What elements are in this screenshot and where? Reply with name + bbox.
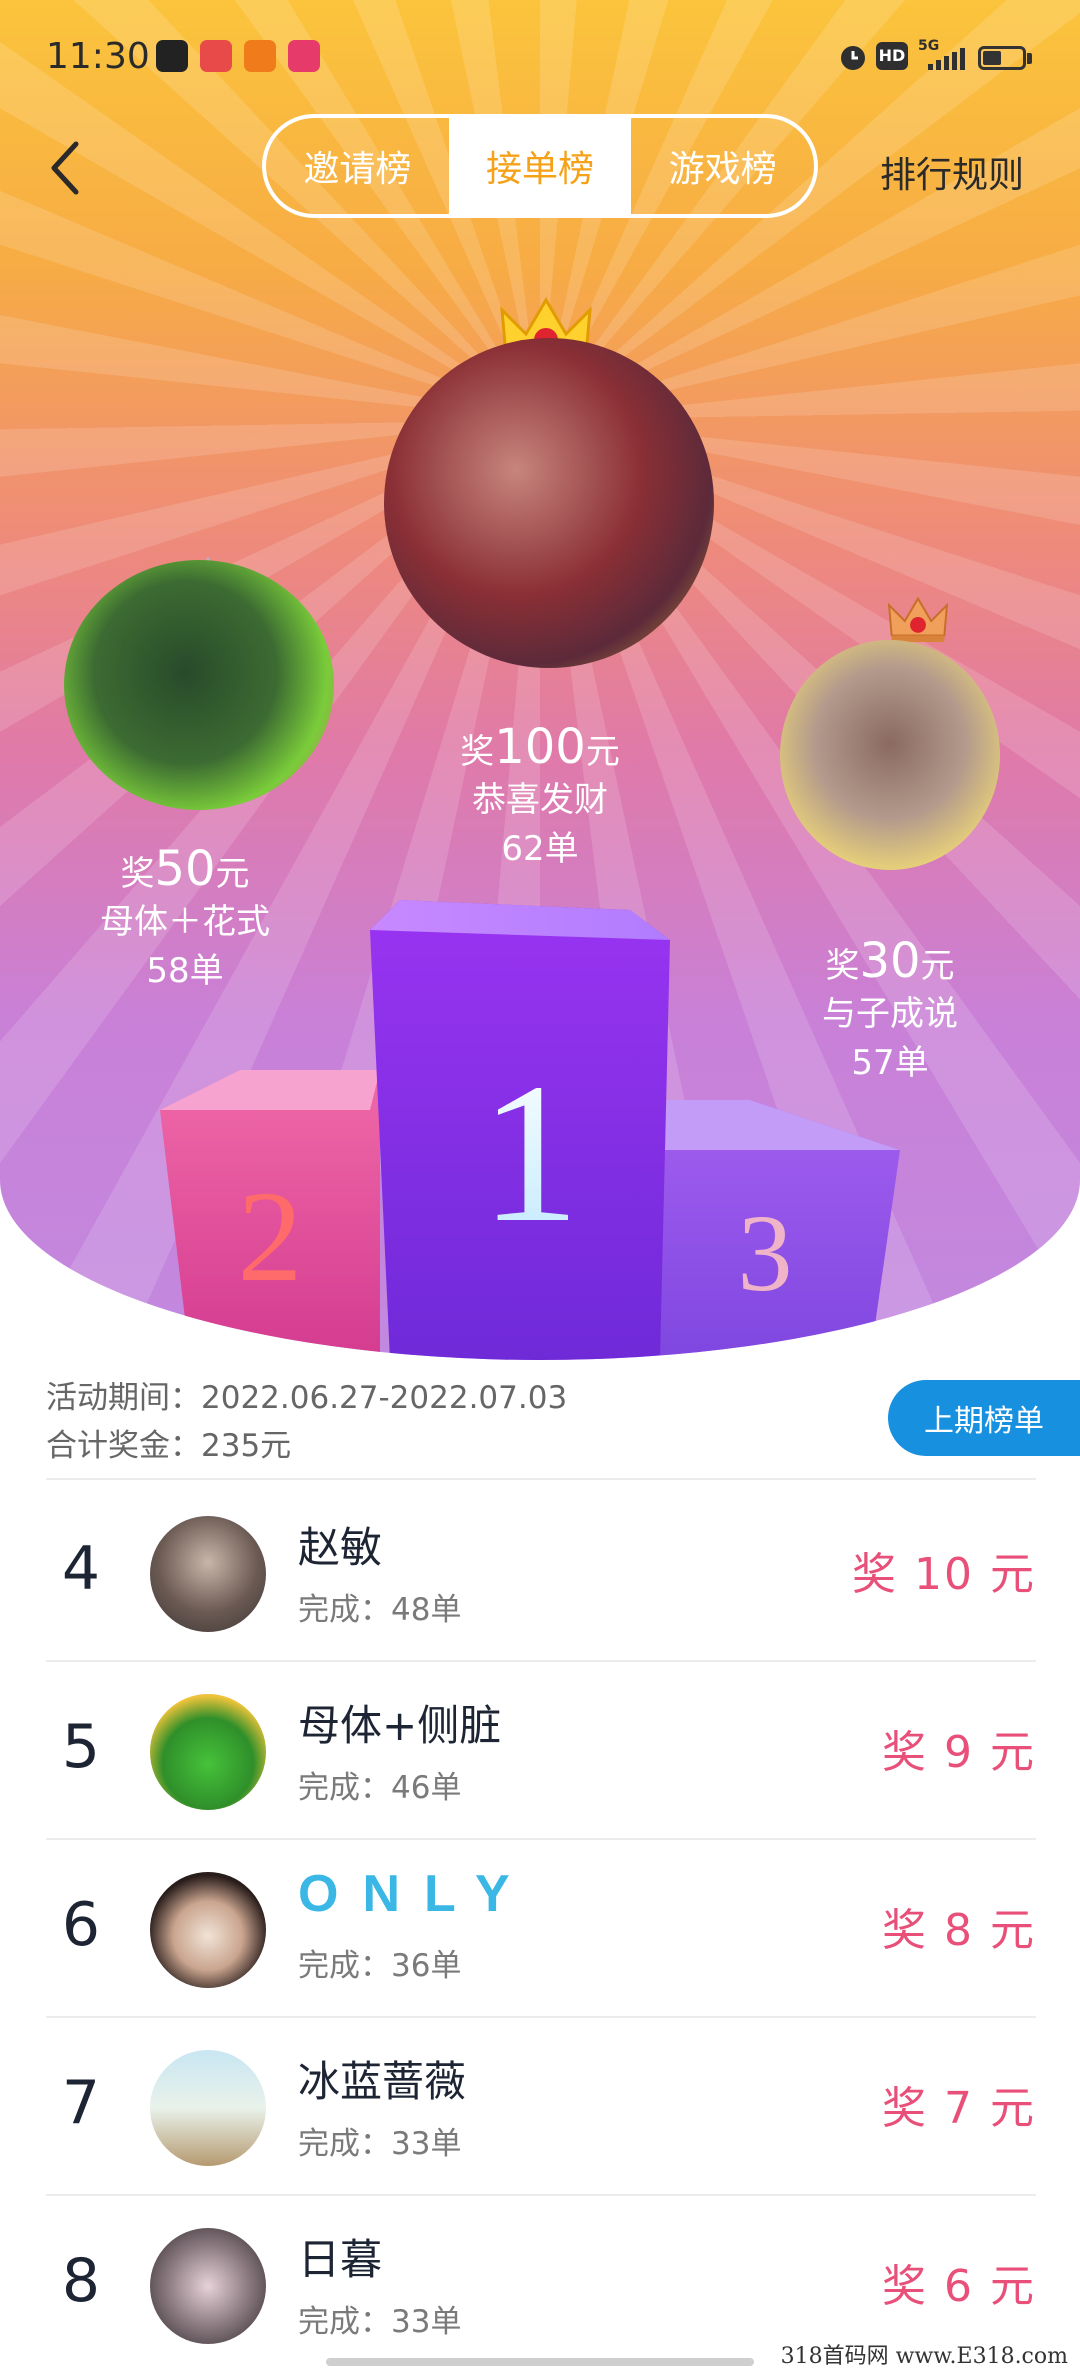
completed-count: 完成：33单 bbox=[298, 2304, 462, 2340]
avatar bbox=[150, 1694, 266, 1810]
tab-invite[interactable]: 邀请榜 bbox=[266, 118, 449, 214]
app-notification-icon bbox=[200, 40, 232, 72]
activity-info: 活动期间：2022.06.27-2022.07.03 合计奖金：235元 bbox=[46, 1374, 567, 1470]
third-place-avatar bbox=[780, 640, 1000, 870]
prize-amount: 奖 8 元 bbox=[882, 1905, 1036, 1956]
first-place-avatar bbox=[384, 338, 714, 668]
ranking-rules-link[interactable]: 排行规则 bbox=[880, 146, 1024, 198]
hd-icon: HD bbox=[876, 42, 908, 70]
first-place-info: 奖100元 恭喜发财 62单 bbox=[400, 723, 680, 873]
home-indicator[interactable] bbox=[326, 2358, 754, 2366]
battery-icon bbox=[978, 46, 1026, 70]
first-place-count: 62单 bbox=[501, 829, 579, 869]
signal-5g-icon: 5G bbox=[918, 38, 970, 72]
podium-graphic: 1 2 3 bbox=[160, 900, 900, 1360]
avatar bbox=[150, 2050, 266, 2166]
table-row[interactable]: 4 赵敏 完成：48单 奖 10 元 bbox=[46, 1484, 1036, 1662]
tab-orders[interactable]: 接单榜 bbox=[448, 118, 632, 214]
svg-text:2: 2 bbox=[238, 1165, 303, 1309]
tab-games[interactable]: 游戏榜 bbox=[631, 118, 814, 214]
second-place-avatar bbox=[64, 560, 334, 810]
table-row[interactable]: 7 冰蓝蔷薇 完成：33单 奖 7 元 bbox=[46, 2018, 1036, 2196]
avatar bbox=[150, 1872, 266, 1988]
rank-number: 8 bbox=[61, 2246, 101, 2316]
completed-count: 完成：36单 bbox=[298, 1948, 462, 1984]
back-arrow-icon[interactable] bbox=[40, 136, 96, 200]
user-name: 冰蓝蔷薇 bbox=[298, 2057, 467, 2106]
rank-number: 7 bbox=[61, 2068, 101, 2138]
rank-number: 5 bbox=[61, 1712, 101, 1782]
app-notification-icon bbox=[288, 40, 320, 72]
table-row[interactable]: 5 母体+侧脏 完成：46单 奖 9 元 bbox=[46, 1662, 1036, 1840]
svg-text:3: 3 bbox=[738, 1192, 793, 1314]
status-time: 11:30 bbox=[46, 36, 150, 77]
user-name: 母体+侧脏 bbox=[298, 1701, 502, 1750]
prize-amount: 奖 9 元 bbox=[882, 1727, 1036, 1778]
crown-icon bbox=[887, 596, 949, 643]
activity-period: 活动期间：2022.06.27-2022.07.03 bbox=[46, 1380, 568, 1416]
user-name: 日暮 bbox=[298, 2235, 383, 2284]
completed-count: 完成：33单 bbox=[298, 2126, 462, 2162]
completed-count: 完成：48单 bbox=[298, 1592, 462, 1628]
user-name: ONLY bbox=[298, 1865, 534, 1923]
prize-amount: 奖 7 元 bbox=[882, 2083, 1036, 2134]
leaderboard-tabs: 邀请榜 接单榜 游戏榜 bbox=[262, 114, 818, 218]
completed-count: 完成：46单 bbox=[298, 1770, 462, 1806]
previous-leaderboard-button[interactable]: 上期榜单 bbox=[888, 1380, 1080, 1456]
total-prize: 合计奖金：235元 bbox=[46, 1428, 292, 1464]
rank-number: 6 bbox=[61, 1890, 101, 1960]
avatar bbox=[150, 2228, 266, 2344]
table-row[interactable]: 6 ONLY 完成：36单 奖 8 元 bbox=[46, 1840, 1036, 2018]
user-name: 赵敏 bbox=[298, 1523, 383, 1572]
alarm-icon bbox=[841, 46, 865, 70]
prize-amount: 奖 6 元 bbox=[882, 2261, 1036, 2312]
rank-number: 4 bbox=[61, 1534, 101, 1604]
app-notification-icon bbox=[244, 40, 276, 72]
status-bar: 11:30 HD 5G bbox=[0, 0, 1080, 110]
prize-amount: 奖 10 元 bbox=[852, 1549, 1036, 1600]
leaderboard-hero: 11:30 HD 5G 邀请榜 接单榜 游戏榜 排行规则 奖100元 恭喜发财 … bbox=[0, 0, 1080, 1360]
avatar bbox=[150, 1516, 266, 1632]
first-place-name: 恭喜发财 bbox=[472, 780, 608, 820]
app-notification-icon bbox=[156, 40, 188, 72]
svg-text:1: 1 bbox=[480, 1043, 580, 1264]
watermark: 318首码网 www.E318.com bbox=[774, 2336, 1074, 2372]
divider bbox=[46, 1478, 1036, 1480]
